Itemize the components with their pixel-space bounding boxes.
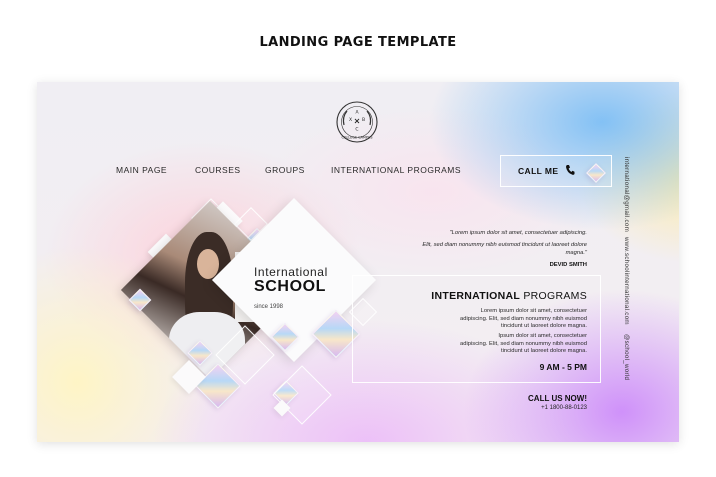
programs-hours: 9 AM - 5 PM xyxy=(539,362,587,372)
side-social-handle[interactable]: @school_world xyxy=(623,334,630,380)
call-me-label: CALL ME xyxy=(518,166,559,176)
hero-since: since 1998 xyxy=(254,304,284,310)
landing-page-mockup: A X × B C COLLEGE CAMPUS MAIN PAGE COURS… xyxy=(37,82,679,442)
testimonial-line1: "Lorem ipsum dolor sit amet, consectetue… xyxy=(449,230,587,236)
nav-international-programs[interactable]: INTERNATIONAL PROGRAMS xyxy=(331,165,461,175)
nav-main-page[interactable]: MAIN PAGE xyxy=(116,165,167,175)
college-logo: A X × B C COLLEGE CAMPUS xyxy=(336,101,378,143)
nav-groups[interactable]: GROUPS xyxy=(265,165,305,175)
hero-title-line2: SCHOOL xyxy=(254,278,327,295)
testimonial-line3: magna." xyxy=(565,250,587,256)
hero-title-line1: International xyxy=(254,265,328,279)
svg-text:×: × xyxy=(354,117,361,126)
svg-text:C: C xyxy=(355,127,358,133)
programs-paragraph-2: Ipsum dolor sit amet, consectetuer adipi… xyxy=(460,333,587,355)
side-email[interactable]: international@gmail.com xyxy=(623,157,630,232)
svg-text:X: X xyxy=(349,117,352,123)
testimonial-author: DEVID SMITH xyxy=(549,262,587,268)
page-caption: LANDING PAGE TEMPLATE xyxy=(259,35,457,50)
svg-text:A: A xyxy=(355,110,359,116)
programs-title: INTERNATIONAL PROGRAMS xyxy=(431,290,587,302)
phone-icon xyxy=(566,165,575,175)
nav-courses[interactable]: COURSES xyxy=(195,165,241,175)
call-us-heading: CALL US NOW! xyxy=(528,394,587,403)
contact-phone[interactable]: +1 1800-88-0123 xyxy=(541,405,587,411)
side-website[interactable]: www.schoolinternational.com xyxy=(623,237,630,325)
svg-text:B: B xyxy=(362,117,365,123)
svg-text:COLLEGE CAMPUS: COLLEGE CAMPUS xyxy=(341,136,372,140)
programs-paragraph-1: Lorem ipsum dolor sit amet, consectetuer… xyxy=(460,308,587,330)
testimonial-line2: Elit, sed diam nonummy nibh euismod tinc… xyxy=(422,242,587,248)
